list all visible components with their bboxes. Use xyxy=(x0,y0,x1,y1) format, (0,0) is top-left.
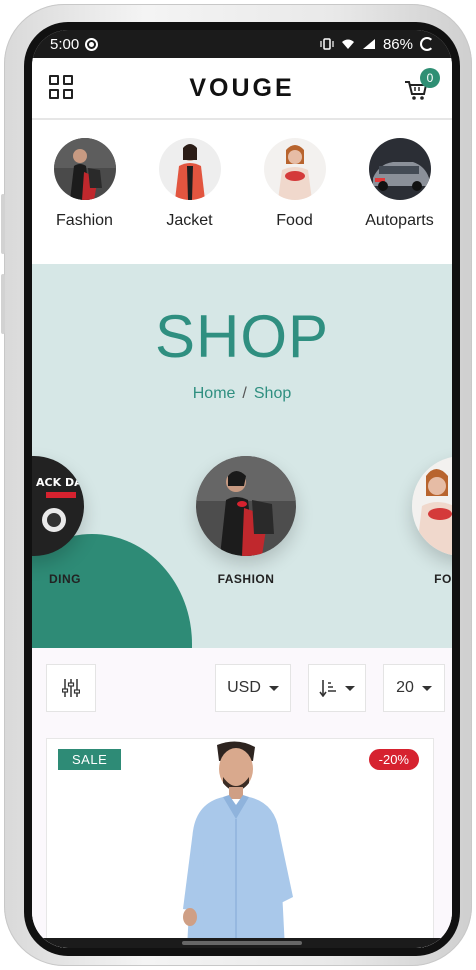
cart-button[interactable]: 0 xyxy=(400,68,440,108)
carousel-item-food[interactable]: FO xyxy=(402,456,452,586)
category-autoparts-image xyxy=(368,138,431,200)
page-title: SHOP xyxy=(154,303,330,370)
sale-badge: SALE xyxy=(58,749,122,770)
battery-icon xyxy=(420,37,434,51)
currency-value: USD xyxy=(227,679,261,696)
category-fashion[interactable]: Fashion xyxy=(35,138,135,230)
chevron-down-icon xyxy=(268,685,279,691)
chevron-down-icon xyxy=(421,685,432,691)
category-fashion-label: Fashion xyxy=(56,212,113,229)
brand-logo[interactable]: VOUGE xyxy=(189,74,294,103)
carousel-image-food xyxy=(412,456,452,556)
shop-banner: SHOP Home / Shop ACK DAY DING FASHION xyxy=(32,264,452,648)
category-strip: Fashion Jacket Food Autoparts xyxy=(32,120,452,264)
wifi-icon xyxy=(341,39,354,49)
discount-badge: -20% xyxy=(368,749,419,770)
carousel-label-trending: DING xyxy=(49,572,81,586)
cart-count-badge: 0 xyxy=(420,68,440,88)
category-fashion-image xyxy=(53,138,116,200)
breadcrumb-current: Shop xyxy=(253,385,292,402)
status-bar: 5:00 86% xyxy=(32,30,452,58)
screen: 5:00 86% VOUGE 0 Fashion Jacket Food Aut… xyxy=(32,30,452,948)
carousel-item-trending[interactable]: ACK DAY DING xyxy=(32,456,94,586)
chevron-down-icon xyxy=(345,685,355,691)
carousel-image-trending: ACK DAY xyxy=(32,456,84,556)
breadcrumb-separator: / xyxy=(242,385,247,402)
category-food-image xyxy=(263,138,326,200)
carousel-item-fashion[interactable]: FASHION xyxy=(186,456,306,586)
product-card[interactable]: SALE -20% xyxy=(46,738,434,948)
currency-select[interactable]: USD xyxy=(215,664,291,712)
category-autoparts[interactable]: Autoparts xyxy=(350,138,450,230)
category-food-label: Food xyxy=(276,212,313,229)
status-time: 5:00 xyxy=(50,35,80,53)
filter-button[interactable] xyxy=(46,664,96,712)
sliders-icon xyxy=(62,679,80,697)
screen-bezel: 5:00 86% VOUGE 0 Fashion Jacket Food Aut… xyxy=(24,22,460,956)
sort-icon xyxy=(319,680,336,697)
notification-icon xyxy=(85,37,99,51)
power-button xyxy=(1,274,5,334)
breadcrumb-home-link[interactable]: Home xyxy=(193,385,236,402)
app-header: VOUGE 0 xyxy=(32,58,452,120)
vibrate-icon xyxy=(320,38,334,50)
category-food[interactable]: Food xyxy=(245,138,345,230)
carousel-image-fashion xyxy=(196,456,296,556)
carousel-label-food: FO xyxy=(434,572,452,586)
gesture-bar xyxy=(32,938,452,948)
sort-select[interactable] xyxy=(308,664,366,712)
phone-frame: 5:00 86% VOUGE 0 Fashion Jacket Food Aut… xyxy=(1,4,472,966)
volume-button xyxy=(1,194,5,254)
category-jacket-label: Jacket xyxy=(166,212,213,229)
category-autoparts-label: Autoparts xyxy=(365,212,434,229)
promo-text: ACK DAY xyxy=(36,476,84,489)
category-jacket-image xyxy=(158,138,221,200)
product-image xyxy=(183,741,293,947)
battery-percentage: 86% xyxy=(382,35,413,53)
menu-grid-icon[interactable] xyxy=(49,75,73,99)
per-page-value: 20 xyxy=(396,679,414,696)
category-jacket[interactable]: Jacket xyxy=(140,138,240,230)
signal-icon xyxy=(362,39,375,49)
product-grid: SALE -20% xyxy=(32,738,452,948)
breadcrumb: Home / Shop xyxy=(32,385,452,403)
carousel-label-fashion: FASHION xyxy=(217,572,275,586)
filter-bar: USD 20 xyxy=(32,648,452,738)
per-page-select[interactable]: 20 xyxy=(383,664,445,712)
